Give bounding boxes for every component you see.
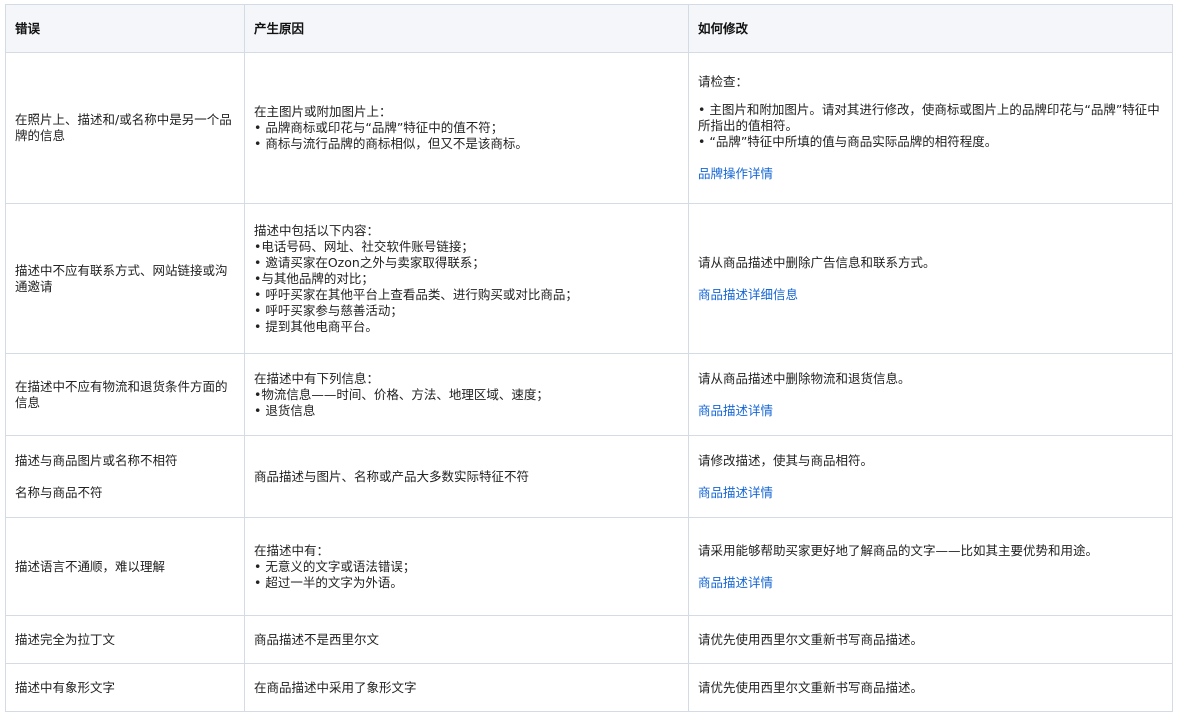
table-row: 描述语言不通顺，难以理解 在描述中有： • 无意义的文字或语法错误； • 超过一… bbox=[5, 517, 1173, 616]
fix-text: 请优先使用西里尔文重新书写商品描述。 bbox=[698, 679, 924, 695]
error-text: 描述完全为拉丁文 bbox=[15, 631, 116, 647]
fix-cell: 请优先使用西里尔文重新书写商品描述。 bbox=[688, 615, 1173, 664]
cause-line: 在描述中有： bbox=[254, 542, 330, 558]
error-text: 在照片上、描述和/或名称中是另一个品牌的信息 bbox=[15, 112, 232, 143]
cause-cell: 商品描述不是西里尔文 bbox=[244, 615, 689, 664]
cause-line: • 品牌商标或印花与“品牌”特征中的值不符； bbox=[254, 120, 504, 135]
cause-text: 商品描述与图片、名称或产品大多数实际特征不符 bbox=[254, 468, 530, 484]
error-text: 描述中不应有联系方式、网站链接或沟通邀请 bbox=[15, 262, 228, 294]
error-text: 在描述中不应有物流和退货条件方面的信息 bbox=[15, 378, 228, 410]
cause-line: • 无意义的文字或语法错误； bbox=[254, 558, 416, 574]
cause-cell: 在描述中有下列信息： •物流信息——时间、价格、方法、地理区域、速度； • 退货… bbox=[244, 353, 689, 436]
table-row: 描述中不应有联系方式、网站链接或沟通邀请 描述中包括以下内容： •电话号码、网址… bbox=[5, 203, 1173, 354]
cause-line: • 呼吁买家在其他平台上查看品类、进行购买或对比商品； bbox=[254, 286, 578, 302]
fix-line: • “品牌”特征中所填的值与商品实际品牌的相符程度。 bbox=[698, 134, 998, 149]
error-cell: 在照片上、描述和/或名称中是另一个品牌的信息 bbox=[5, 52, 245, 204]
fix-intro: 请检查： bbox=[698, 74, 749, 89]
header-cause: 产生原因 bbox=[244, 4, 689, 53]
fix-cell: 请从商品描述中删除广告信息和联系方式。 商品描述详细信息 bbox=[688, 203, 1173, 354]
description-details-link[interactable]: 商品描述详情 bbox=[698, 485, 773, 500]
error-text: 名称与商品不符 bbox=[15, 484, 103, 500]
fix-cell: 请优先使用西里尔文重新书写商品描述。 bbox=[688, 663, 1173, 712]
fix-cell: 请从商品描述中删除物流和退货信息。 商品描述详情 bbox=[688, 353, 1173, 436]
description-details-link[interactable]: 商品描述详情 bbox=[698, 403, 773, 418]
cause-cell: 在商品描述中采用了象形文字 bbox=[244, 663, 689, 712]
error-cell: 描述中有象形文字 bbox=[5, 663, 245, 712]
fix-text: 请修改描述，使其与商品相符。 bbox=[698, 452, 874, 468]
cause-line: • 超过一半的文字为外语。 bbox=[254, 574, 403, 590]
cause-line: 在主图片或附加图片上： bbox=[254, 104, 392, 119]
error-cell: 描述中不应有联系方式、网站链接或沟通邀请 bbox=[5, 203, 245, 354]
header-error: 错误 bbox=[5, 4, 245, 53]
table-row: 描述与商品图片或名称不相符 名称与商品不符 商品描述与图片、名称或产品大多数实际… bbox=[5, 435, 1173, 518]
description-details-link[interactable]: 商品描述详情 bbox=[698, 575, 773, 590]
brand-details-link[interactable]: 品牌操作详情 bbox=[698, 166, 773, 181]
fix-cell: 请修改描述，使其与商品相符。 商品描述详情 bbox=[688, 435, 1173, 518]
table-row: 描述完全为拉丁文 商品描述不是西里尔文 请优先使用西里尔文重新书写商品描述。 bbox=[5, 615, 1173, 664]
table-row: 在照片上、描述和/或名称中是另一个品牌的信息 在主图片或附加图片上： • 品牌商… bbox=[5, 52, 1173, 204]
fix-cell: 请检查： • 主图片和附加图片。请对其进行修改，使商标或图片上的品牌印花与“品牌… bbox=[688, 52, 1173, 204]
errors-table-container: 错误 产生原因 如何修改 在照片上、描述和/或名称中是另一个品牌的信息 在主图片… bbox=[5, 4, 1173, 712]
cause-line: • 邀请买家在Ozon之外与卖家取得联系； bbox=[254, 254, 485, 270]
fix-text: 请从商品描述中删除广告信息和联系方式。 bbox=[698, 254, 936, 270]
cause-text: 在商品描述中采用了象形文字 bbox=[254, 679, 417, 695]
table-row: 描述中有象形文字 在商品描述中采用了象形文字 请优先使用西里尔文重新书写商品描述… bbox=[5, 663, 1173, 712]
cause-line: • 退货信息 bbox=[254, 402, 316, 418]
cause-line: •与其他品牌的对比； bbox=[254, 270, 374, 286]
cause-cell: 在主图片或附加图片上： • 品牌商标或印花与“品牌”特征中的值不符； • 商标与… bbox=[244, 52, 689, 204]
table-row: 在描述中不应有物流和退货条件方面的信息 在描述中有下列信息： •物流信息——时间… bbox=[5, 353, 1173, 436]
fix-text: 请采用能够帮助买家更好地了解商品的文字——比如其主要优势和用途。 bbox=[698, 542, 1099, 558]
errors-table: 错误 产生原因 如何修改 在照片上、描述和/或名称中是另一个品牌的信息 在主图片… bbox=[5, 4, 1173, 712]
fix-text: 请优先使用西里尔文重新书写商品描述。 bbox=[698, 631, 924, 647]
cause-text: 商品描述不是西里尔文 bbox=[254, 631, 380, 647]
fix-line: • 主图片和附加图片。请对其进行修改，使商标或图片上的品牌印花与“品牌”特征中所… bbox=[698, 102, 1160, 133]
error-text: 描述中有象形文字 bbox=[15, 679, 116, 695]
fix-cell: 请采用能够帮助买家更好地了解商品的文字——比如其主要优势和用途。 商品描述详情 bbox=[688, 517, 1173, 616]
cause-line: 描述中包括以下内容： bbox=[254, 222, 380, 238]
header-fix: 如何修改 bbox=[688, 4, 1173, 53]
error-cell: 描述完全为拉丁文 bbox=[5, 615, 245, 664]
cause-line: • 呼吁买家参与慈善活动； bbox=[254, 302, 403, 318]
table-header-row: 错误 产生原因 如何修改 bbox=[5, 4, 1173, 53]
cause-cell: 商品描述与图片、名称或产品大多数实际特征不符 bbox=[244, 435, 689, 518]
fix-text: 请从商品描述中删除物流和退货信息。 bbox=[698, 370, 911, 386]
cause-line: •物流信息——时间、价格、方法、地理区域、速度； bbox=[254, 386, 549, 402]
error-cell: 在描述中不应有物流和退货条件方面的信息 bbox=[5, 353, 245, 436]
error-text: 描述语言不通顺，难以理解 bbox=[15, 558, 166, 574]
cause-cell: 描述中包括以下内容： •电话号码、网址、社交软件账号链接； • 邀请买家在Ozo… bbox=[244, 203, 689, 354]
error-cell: 描述语言不通顺，难以理解 bbox=[5, 517, 245, 616]
cause-cell: 在描述中有： • 无意义的文字或语法错误； • 超过一半的文字为外语。 bbox=[244, 517, 689, 616]
cause-line: • 提到其他电商平台。 bbox=[254, 318, 378, 334]
cause-line: • 商标与流行品牌的商标相似，但又不是该商标。 bbox=[254, 136, 528, 151]
error-text: 描述与商品图片或名称不相符 bbox=[15, 452, 178, 468]
description-details-link[interactable]: 商品描述详细信息 bbox=[698, 287, 798, 302]
cause-line: •电话号码、网址、社交软件账号链接； bbox=[254, 238, 474, 254]
cause-line: 在描述中有下列信息： bbox=[254, 370, 380, 386]
error-cell: 描述与商品图片或名称不相符 名称与商品不符 bbox=[5, 435, 245, 518]
